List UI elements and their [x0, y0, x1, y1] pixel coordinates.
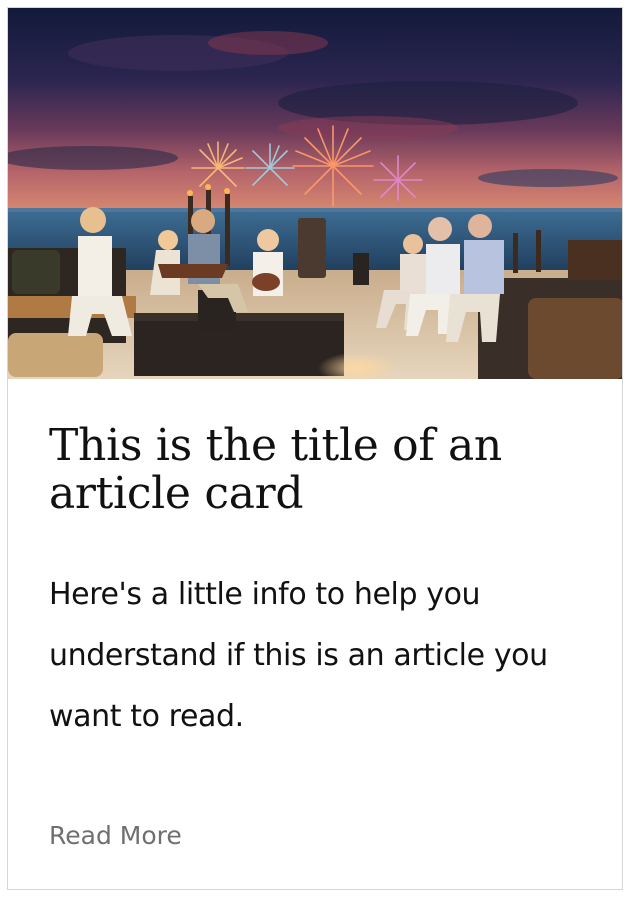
- article-title: This is the title of an article card: [49, 420, 502, 519]
- hero-image: [8, 8, 622, 379]
- read-more-link[interactable]: Read More: [49, 819, 182, 853]
- article-card[interactable]: This is the title of an article card Her…: [7, 7, 623, 890]
- article-description: Here's a little info to help you underst…: [49, 577, 548, 734]
